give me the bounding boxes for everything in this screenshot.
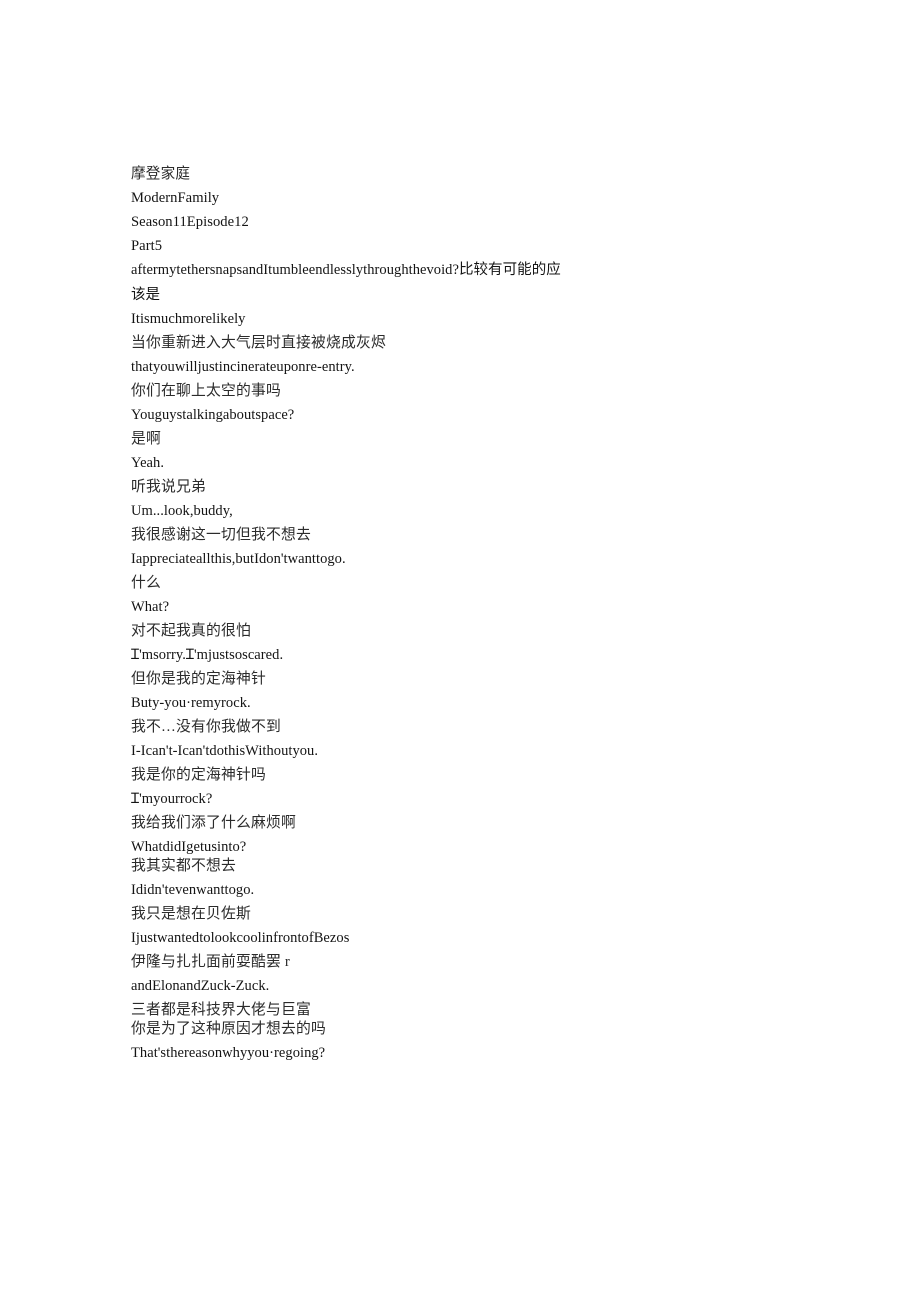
subtitle-line: I-Ican't-Ican'tdothisWithoutyou. bbox=[131, 743, 319, 759]
subtitle-line: 但你是我的定海神针 bbox=[131, 671, 266, 687]
subtitle-line: What? bbox=[131, 599, 170, 615]
subtitle-line: 你是为了这种原因才想去的吗 bbox=[131, 1021, 326, 1037]
show-title-english: ModernFamily bbox=[131, 190, 220, 206]
subtitle-line-list: aftermytethersnapsandItumbleendlesslythr… bbox=[131, 258, 576, 1065]
season-episode-label: Season11Episode12 bbox=[131, 214, 249, 230]
subtitle-line: Iappreciateallthis,butIdon'twanttogo. bbox=[131, 551, 346, 567]
subtitle-line: Itismuchmorelikely bbox=[131, 311, 246, 327]
subtitle-document: 摩登家庭 ModernFamily Season11Episode12 Part… bbox=[131, 162, 576, 1065]
subtitle-line: 我是你的定海神针吗 bbox=[131, 767, 266, 783]
part-label: Part5 bbox=[131, 238, 163, 254]
subtitle-line: 什么 bbox=[131, 575, 161, 591]
subtitle-line: 我只是想在贝佐斯 bbox=[131, 906, 251, 922]
subtitle-line: aftermytethersnapsandItumbleendlesslythr… bbox=[131, 262, 561, 303]
subtitle-line: 我很感谢这一切但我不想去 bbox=[131, 527, 311, 543]
subtitle-line: 听我说兄弟 bbox=[131, 479, 206, 495]
subtitle-line: Youguystalkingaboutspace? bbox=[131, 407, 295, 423]
subtitle-line: 我其实都不想去 bbox=[131, 858, 236, 874]
subtitle-line: Ɪ'msorry.Ɪ'mjustsoscared. bbox=[131, 647, 284, 663]
subtitle-line: Yeah. bbox=[131, 455, 165, 471]
subtitle-line: 对不起我真的很怕 bbox=[131, 623, 251, 639]
subtitle-line: andElonandZuck-Zuck. bbox=[131, 978, 270, 994]
subtitle-line: thatyouwilljustincinerateuponre-entry. bbox=[131, 359, 355, 375]
subtitle-line: That'sthereasonwhyyou·regoing? bbox=[131, 1045, 326, 1061]
transcript-header: 摩登家庭 ModernFamily Season11Episode12 Part… bbox=[131, 162, 576, 258]
subtitle-line: Ididn'tevenwanttogo. bbox=[131, 882, 255, 898]
subtitle-line: Ɪ'myourrock? bbox=[131, 791, 213, 807]
subtitle-line: 当你重新进入大气层时直接被烧成灰烬 bbox=[131, 335, 386, 351]
subtitle-line: 我不…没有你我做不到 bbox=[131, 719, 281, 735]
subtitle-line: Um...look,buddy, bbox=[131, 503, 233, 519]
subtitle-line: 伊隆与扎扎面前耍酷罢 r bbox=[131, 954, 290, 970]
subtitle-line: IjustwantedtolookcoolinfrontofBezos bbox=[131, 930, 350, 946]
subtitle-line: 是啊 bbox=[131, 431, 161, 447]
subtitle-line: 我给我们添了什么麻烦啊 bbox=[131, 815, 296, 831]
subtitle-line: 你们在聊上太空的事吗 bbox=[131, 383, 281, 399]
subtitle-line: Buty-you·remyrock. bbox=[131, 695, 251, 711]
show-title-chinese: 摩登家庭 bbox=[131, 166, 191, 182]
